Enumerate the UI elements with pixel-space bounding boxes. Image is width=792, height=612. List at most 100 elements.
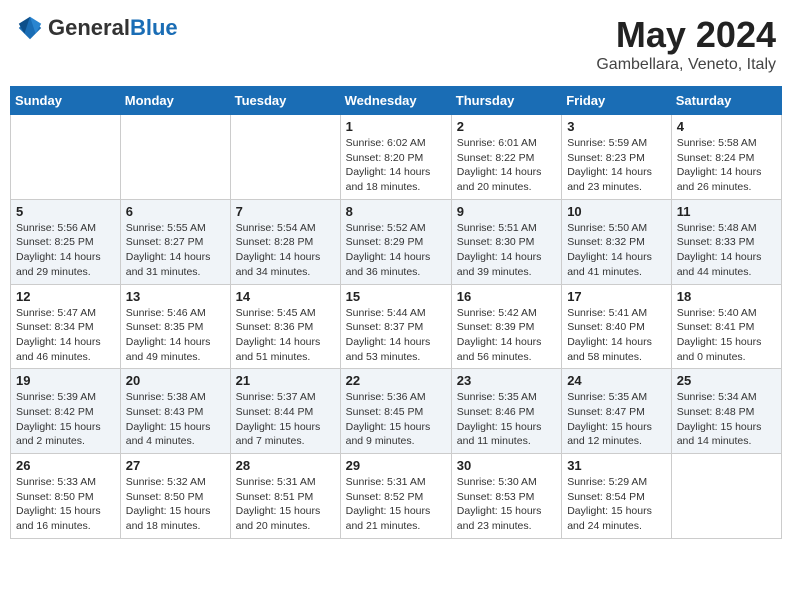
day-info: Sunrise: 5:40 AM Sunset: 8:41 PM Dayligh… (677, 306, 776, 365)
logo: GeneralBlue (16, 14, 178, 42)
day-number: 18 (677, 289, 776, 304)
calendar-cell-w2d4: 16Sunrise: 5:42 AM Sunset: 8:39 PM Dayli… (451, 284, 561, 369)
day-info: Sunrise: 5:56 AM Sunset: 8:25 PM Dayligh… (16, 221, 115, 280)
day-info: Sunrise: 5:29 AM Sunset: 8:54 PM Dayligh… (567, 475, 666, 534)
weekday-header-saturday: Saturday (671, 87, 781, 115)
day-number: 28 (236, 458, 335, 473)
calendar-cell-w1d3: 8 Sunrise: 5:52 AM Sunset: 8:29 PM Daylig… (340, 199, 451, 284)
day-number: 30 (457, 458, 556, 473)
day-number: 1 (346, 119, 446, 134)
day-number: 21 (236, 373, 335, 388)
calendar-cell-w0d1 (120, 115, 230, 200)
day-number: 14 (236, 289, 335, 304)
calendar-cell-w0d6: 4Sunrise: 5:58 AM Sunset: 8:24 PM Daylig… (671, 115, 781, 200)
calendar-cell-w0d2 (230, 115, 340, 200)
day-number: 2 (457, 119, 556, 134)
day-info: Sunrise: 5:46 AM Sunset: 8:35 PM Dayligh… (126, 306, 225, 365)
calendar-cell-w0d5: 3 Sunrise: 5:59 AM Sunset: 8:23 PM Daylig… (562, 115, 672, 200)
weekday-header-wednesday: Wednesday (340, 87, 451, 115)
calendar-cell-w1d0: 5Sunrise: 5:56 AM Sunset: 8:25 PM Daylig… (11, 199, 121, 284)
day-info: Sunrise: 5:39 AM Sunset: 8:42 PM Dayligh… (16, 390, 115, 449)
day-info: Sunrise: 5:37 AM Sunset: 8:44 PM Dayligh… (236, 390, 335, 449)
day-number: 16 (457, 289, 556, 304)
weekday-header-friday: Friday (562, 87, 672, 115)
day-number: 10 (567, 204, 666, 219)
day-number: 19 (16, 373, 115, 388)
day-info: Sunrise: 5:36 AM Sunset: 8:45 PM Dayligh… (346, 390, 446, 449)
day-info: Sunrise: 5:55 AM Sunset: 8:27 PM Dayligh… (126, 221, 225, 280)
day-info: Sunrise: 5:41 AM Sunset: 8:40 PM Dayligh… (567, 306, 666, 365)
calendar-cell-w0d0 (11, 115, 121, 200)
calendar-cell-w4d0: 26Sunrise: 5:33 AM Sunset: 8:50 PM Dayli… (11, 454, 121, 539)
logo-icon (16, 14, 44, 42)
day-number: 8 (346, 204, 446, 219)
day-info: Sunrise: 6:02 AM Sunset: 8:20 PM Dayligh… (346, 136, 446, 195)
day-info: Sunrise: 5:48 AM Sunset: 8:33 PM Dayligh… (677, 221, 776, 280)
day-info: Sunrise: 5:30 AM Sunset: 8:53 PM Dayligh… (457, 475, 556, 534)
day-info: Sunrise: 5:35 AM Sunset: 8:46 PM Dayligh… (457, 390, 556, 449)
day-number: 11 (677, 204, 776, 219)
day-info: Sunrise: 5:31 AM Sunset: 8:51 PM Dayligh… (236, 475, 335, 534)
weekday-header-tuesday: Tuesday (230, 87, 340, 115)
calendar-cell-w0d4: 2 Sunrise: 6:01 AM Sunset: 8:22 PM Daylig… (451, 115, 561, 200)
title-block: May 2024 Gambellara, Veneto, Italy (596, 14, 776, 74)
day-number: 3 (567, 119, 666, 134)
calendar-cell-w3d0: 19 Sunrise: 5:39 AM Sunset: 8:42 PM Dayli… (11, 369, 121, 454)
day-info: Sunrise: 5:58 AM Sunset: 8:24 PM Dayligh… (677, 136, 776, 195)
day-info: Sunrise: 5:32 AM Sunset: 8:50 PM Dayligh… (126, 475, 225, 534)
day-number: 15 (346, 289, 446, 304)
calendar-cell-w4d3: 29 Sunrise: 5:31 AM Sunset: 8:52 PM Dayli… (340, 454, 451, 539)
page-header: GeneralBlue May 2024 Gambellara, Veneto,… (10, 10, 782, 78)
day-info: Sunrise: 5:52 AM Sunset: 8:29 PM Dayligh… (346, 221, 446, 280)
day-info: Sunrise: 5:59 AM Sunset: 8:23 PM Dayligh… (567, 136, 666, 195)
day-info: Sunrise: 5:34 AM Sunset: 8:48 PM Dayligh… (677, 390, 776, 449)
weekday-header-sunday: Sunday (11, 87, 121, 115)
calendar-cell-w1d6: 11 Sunrise: 5:48 AM Sunset: 8:33 PM Dayli… (671, 199, 781, 284)
calendar-cell-w3d4: 23 Sunrise: 5:35 AM Sunset: 8:46 PM Dayli… (451, 369, 561, 454)
day-info: Sunrise: 5:54 AM Sunset: 8:28 PM Dayligh… (236, 221, 335, 280)
calendar-cell-w4d6 (671, 454, 781, 539)
day-number: 31 (567, 458, 666, 473)
day-number: 6 (126, 204, 225, 219)
day-info: Sunrise: 5:44 AM Sunset: 8:37 PM Dayligh… (346, 306, 446, 365)
day-info: Sunrise: 5:50 AM Sunset: 8:32 PM Dayligh… (567, 221, 666, 280)
calendar-cell-w4d5: 31 Sunrise: 5:29 AM Sunset: 8:54 PM Dayli… (562, 454, 672, 539)
day-info: Sunrise: 5:51 AM Sunset: 8:30 PM Dayligh… (457, 221, 556, 280)
calendar-table: SundayMondayTuesdayWednesdayThursdayFrid… (10, 86, 782, 539)
calendar-cell-w4d2: 28 Sunrise: 5:31 AM Sunset: 8:51 PM Dayli… (230, 454, 340, 539)
location-subtitle: Gambellara, Veneto, Italy (596, 56, 776, 74)
calendar-cell-w3d2: 21 Sunrise: 5:37 AM Sunset: 8:44 PM Dayli… (230, 369, 340, 454)
day-number: 27 (126, 458, 225, 473)
day-info: Sunrise: 5:33 AM Sunset: 8:50 PM Dayligh… (16, 475, 115, 534)
calendar-cell-w3d1: 20 Sunrise: 5:38 AM Sunset: 8:43 PM Dayli… (120, 369, 230, 454)
day-info: Sunrise: 5:45 AM Sunset: 8:36 PM Dayligh… (236, 306, 335, 365)
weekday-header-thursday: Thursday (451, 87, 561, 115)
calendar-cell-w1d4: 9Sunrise: 5:51 AM Sunset: 8:30 PM Daylig… (451, 199, 561, 284)
calendar-cell-w3d3: 22 Sunrise: 5:36 AM Sunset: 8:45 PM Dayli… (340, 369, 451, 454)
day-number: 23 (457, 373, 556, 388)
calendar-cell-w1d1: 6 Sunrise: 5:55 AM Sunset: 8:27 PM Daylig… (120, 199, 230, 284)
day-number: 29 (346, 458, 446, 473)
day-number: 25 (677, 373, 776, 388)
day-number: 22 (346, 373, 446, 388)
day-number: 20 (126, 373, 225, 388)
calendar-cell-w2d2: 14 Sunrise: 5:45 AM Sunset: 8:36 PM Dayli… (230, 284, 340, 369)
day-number: 17 (567, 289, 666, 304)
weekday-header-monday: Monday (120, 87, 230, 115)
calendar-cell-w4d1: 27 Sunrise: 5:32 AM Sunset: 8:50 PM Dayli… (120, 454, 230, 539)
calendar-cell-w1d2: 7Sunrise: 5:54 AM Sunset: 8:28 PM Daylig… (230, 199, 340, 284)
calendar-cell-w2d0: 12Sunrise: 5:47 AM Sunset: 8:34 PM Dayli… (11, 284, 121, 369)
calendar-cell-w2d1: 13 Sunrise: 5:46 AM Sunset: 8:35 PM Dayli… (120, 284, 230, 369)
day-info: Sunrise: 6:01 AM Sunset: 8:22 PM Dayligh… (457, 136, 556, 195)
day-number: 24 (567, 373, 666, 388)
day-number: 13 (126, 289, 225, 304)
day-info: Sunrise: 5:47 AM Sunset: 8:34 PM Dayligh… (16, 306, 115, 365)
day-info: Sunrise: 5:38 AM Sunset: 8:43 PM Dayligh… (126, 390, 225, 449)
calendar-cell-w2d6: 18 Sunrise: 5:40 AM Sunset: 8:41 PM Dayli… (671, 284, 781, 369)
calendar-cell-w2d5: 17 Sunrise: 5:41 AM Sunset: 8:40 PM Dayli… (562, 284, 672, 369)
calendar-cell-w0d3: 1 Sunrise: 6:02 AM Sunset: 8:20 PM Daylig… (340, 115, 451, 200)
calendar-cell-w4d4: 30 Sunrise: 5:30 AM Sunset: 8:53 PM Dayli… (451, 454, 561, 539)
day-info: Sunrise: 5:31 AM Sunset: 8:52 PM Dayligh… (346, 475, 446, 534)
month-title: May 2024 (596, 14, 776, 56)
day-info: Sunrise: 5:35 AM Sunset: 8:47 PM Dayligh… (567, 390, 666, 449)
